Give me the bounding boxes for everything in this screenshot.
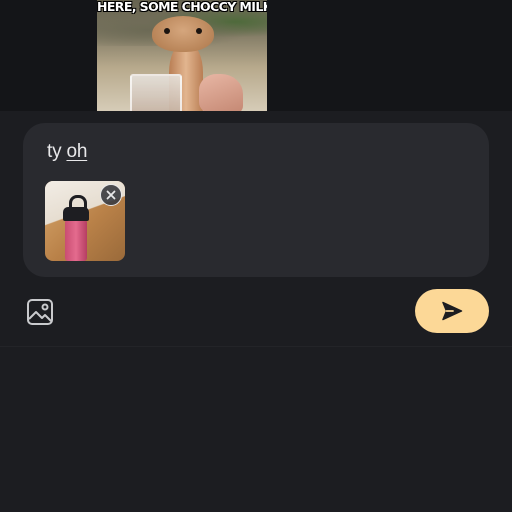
message-text: ty bbox=[47, 141, 67, 162]
remove-attachment-button[interactable] bbox=[100, 184, 122, 206]
message-input[interactable]: ty oh bbox=[47, 141, 87, 163]
meme-snake-eye bbox=[196, 28, 202, 34]
attachment-bottle bbox=[65, 217, 87, 261]
close-icon bbox=[106, 190, 116, 200]
chat-screen: HERE, SOME CHOCCY MILK ty oh bbox=[0, 0, 512, 512]
composer-toolbar bbox=[0, 287, 512, 337]
image-icon bbox=[27, 299, 53, 325]
misspelled-word[interactable]: oh bbox=[66, 141, 87, 162]
meme-hand bbox=[199, 74, 243, 111]
send-button[interactable] bbox=[415, 289, 489, 333]
image-attachment-thumbnail[interactable] bbox=[45, 181, 125, 261]
meme-milk-glass bbox=[130, 74, 182, 111]
meme-caption: HERE, SOME CHOCCY MILK bbox=[97, 0, 267, 14]
send-icon bbox=[442, 301, 463, 321]
meme-snake-head bbox=[152, 16, 214, 52]
empty-area bbox=[0, 347, 512, 512]
chat-history: HERE, SOME CHOCCY MILK bbox=[0, 0, 512, 111]
attachment-bottle-loop bbox=[69, 195, 87, 212]
add-image-button[interactable] bbox=[24, 296, 56, 328]
composer-area: ty oh bbox=[0, 111, 512, 347]
composer-box[interactable]: ty oh bbox=[23, 123, 489, 277]
meme-snake-eye bbox=[164, 28, 170, 34]
meme-image[interactable]: HERE, SOME CHOCCY MILK bbox=[97, 0, 267, 111]
